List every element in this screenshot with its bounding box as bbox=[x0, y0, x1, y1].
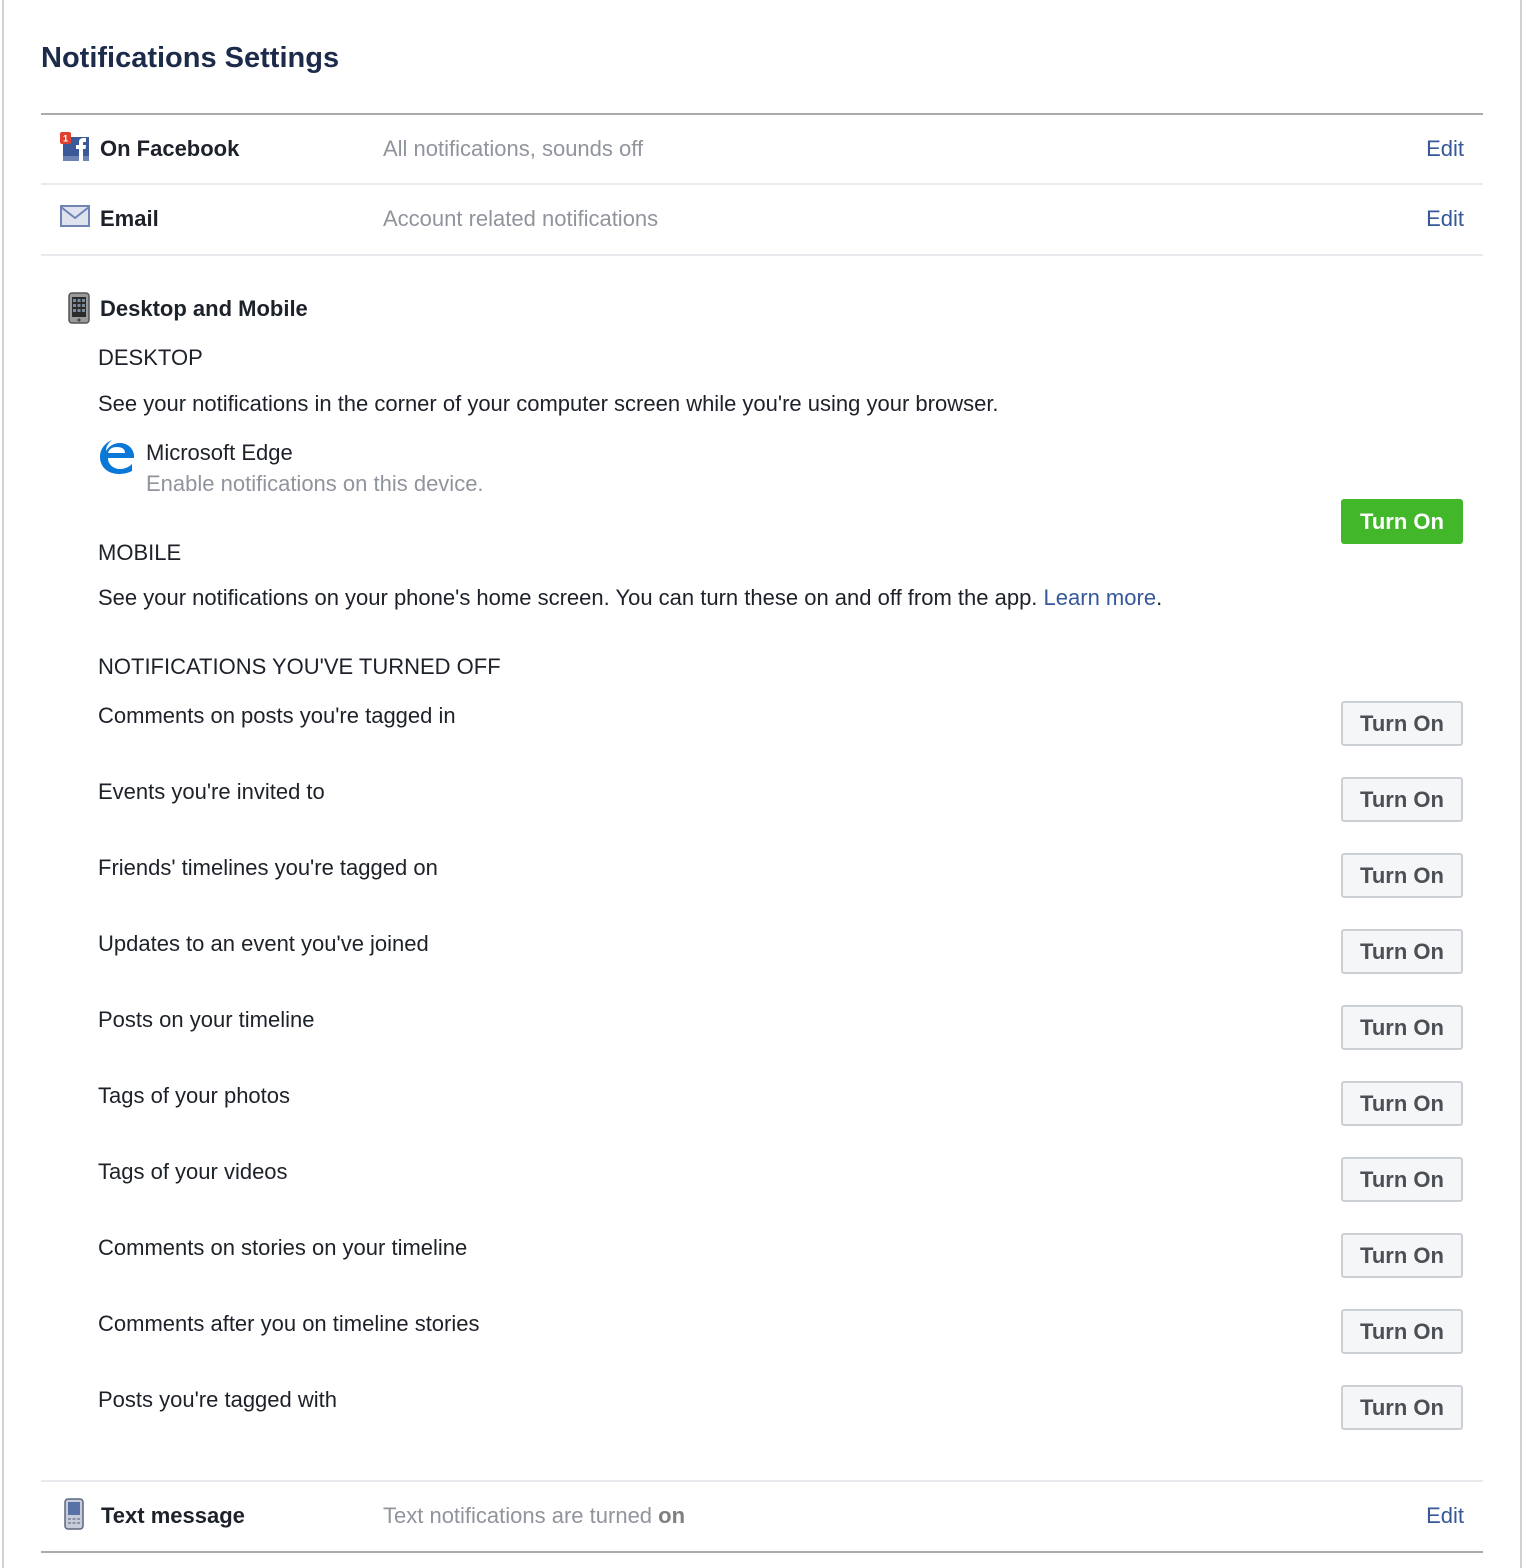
punctuation: . bbox=[1156, 585, 1163, 610]
learn-more-link[interactable]: Learn more bbox=[1044, 585, 1157, 610]
frame-border-left bbox=[2, 0, 4, 1568]
divider bbox=[41, 113, 1483, 115]
turned-off-item-label: Friends' timelines you're tagged on bbox=[98, 855, 438, 880]
edit-text-message-link[interactable]: Edit bbox=[1426, 1503, 1464, 1529]
microsoft-edge-icon bbox=[98, 436, 136, 479]
divider bbox=[41, 254, 1483, 256]
row-label: Email bbox=[100, 206, 159, 231]
turn-on-button[interactable]: Turn On bbox=[1341, 1157, 1463, 1202]
divider bbox=[41, 1551, 1483, 1553]
divider bbox=[41, 1480, 1483, 1482]
turned-off-item-label: Tags of your photos bbox=[98, 1083, 291, 1108]
turn-on-button[interactable]: Turn On bbox=[1341, 853, 1463, 898]
turned-off-item-label: Updates to an event you've joined bbox=[98, 931, 429, 956]
mobile-phone-icon bbox=[64, 1498, 84, 1535]
browser-hint: Enable notifications on this device. bbox=[146, 471, 484, 496]
turned-off-item-label: Posts you're tagged with bbox=[98, 1387, 338, 1412]
turned-off-heading: NOTIFICATIONS YOU'VE TURNED OFF bbox=[98, 654, 501, 679]
turn-on-button[interactable]: Turn On bbox=[1341, 929, 1463, 974]
row-label: On Facebook bbox=[100, 136, 240, 161]
envelope-icon bbox=[60, 205, 90, 232]
row-label: Text message bbox=[101, 1503, 245, 1528]
turned-off-item-label: Events you're invited to bbox=[98, 779, 325, 804]
section-label: Desktop and Mobile bbox=[100, 296, 308, 321]
turned-off-item-label: Comments after you on timeline stories bbox=[98, 1311, 480, 1336]
edit-email-link[interactable]: Edit bbox=[1426, 206, 1464, 232]
divider bbox=[41, 183, 1483, 185]
turn-on-button[interactable]: Turn On bbox=[1341, 701, 1463, 746]
browser-name: Microsoft Edge bbox=[146, 440, 293, 465]
mobile-description-text: See your notifications on your phone's h… bbox=[98, 585, 1038, 610]
mobile-heading: MOBILE bbox=[98, 540, 182, 565]
turned-off-item-label: Comments on posts you're tagged in bbox=[98, 703, 456, 728]
turn-on-button[interactable]: Turn On bbox=[1341, 1309, 1463, 1354]
row-description: Text notifications are turned on bbox=[383, 1503, 685, 1529]
turn-on-button[interactable]: Turn On bbox=[1341, 1005, 1463, 1050]
desktop-description: See your notifications in the corner of … bbox=[98, 391, 999, 416]
facebook-notification-icon: 1 bbox=[60, 132, 90, 167]
turned-off-item-label: Posts on your timeline bbox=[98, 1007, 315, 1032]
turn-on-button[interactable]: Turn On bbox=[1341, 1385, 1463, 1430]
description-text: Text notifications are turned bbox=[383, 1503, 659, 1528]
status-value: on bbox=[658, 1503, 686, 1528]
mobile-description: See your notifications on your phone's h… bbox=[98, 585, 1162, 611]
svg-text:1: 1 bbox=[63, 134, 68, 144]
tablet-icon bbox=[68, 292, 90, 329]
turned-off-item-label: Tags of your videos bbox=[98, 1159, 288, 1184]
desktop-heading: DESKTOP bbox=[98, 345, 203, 370]
turn-on-button[interactable]: Turn On bbox=[1341, 1081, 1463, 1126]
desktop-turn-on-button[interactable]: Turn On bbox=[1341, 499, 1463, 544]
edit-on-facebook-link[interactable]: Edit bbox=[1426, 136, 1464, 162]
turn-on-button[interactable]: Turn On bbox=[1341, 1233, 1463, 1278]
row-description: Account related notifications bbox=[383, 206, 659, 231]
frame-border-right bbox=[1520, 0, 1522, 1568]
turned-off-item-label: Comments on stories on your timeline bbox=[98, 1235, 468, 1260]
page-title: Notifications Settings bbox=[41, 42, 340, 74]
row-description: All notifications, sounds off bbox=[383, 136, 644, 161]
turn-on-button[interactable]: Turn On bbox=[1341, 777, 1463, 822]
